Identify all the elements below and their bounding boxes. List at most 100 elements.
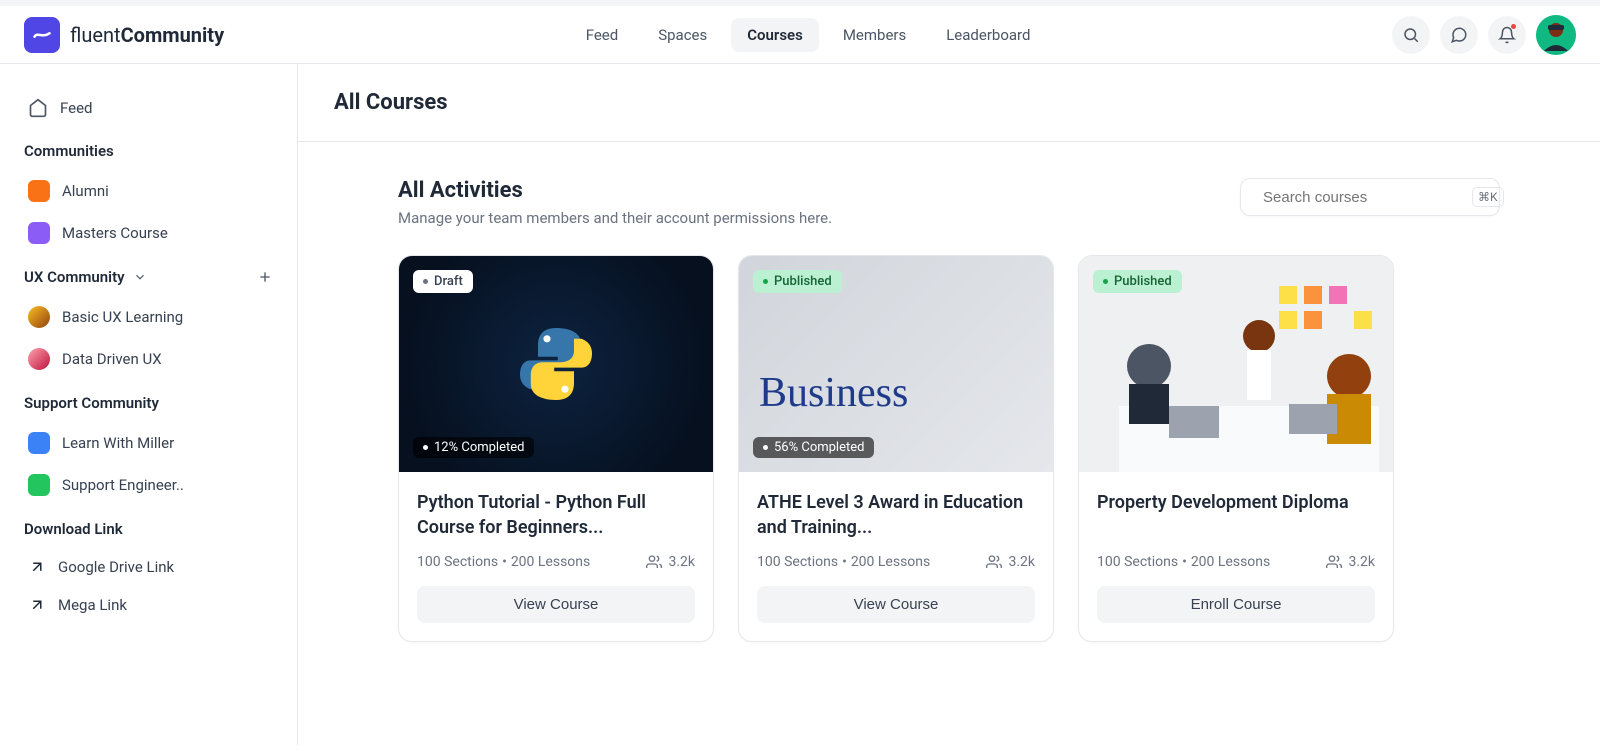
course-card[interactable]: Business Published 56% Completed ATHE Le… xyxy=(738,255,1054,642)
sidebar-item-label: Data Driven UX xyxy=(62,350,162,368)
brand-swoosh-icon xyxy=(32,25,52,45)
brand-logo-icon xyxy=(24,17,60,53)
brand-name: fluentCommunity xyxy=(70,23,224,47)
business-image-text: Business xyxy=(759,369,908,417)
avatar-image xyxy=(1536,15,1576,55)
sidebar-item-mega[interactable]: Mega Link xyxy=(16,586,281,624)
header: fluentCommunity Feed Spaces Courses Memb… xyxy=(0,0,1600,64)
progress-badge: 12% Completed xyxy=(413,437,534,458)
lessons-count: 200 Lessons xyxy=(851,554,930,570)
chevron-down-icon xyxy=(133,270,147,284)
sidebar-item-alumni[interactable]: Alumni xyxy=(16,170,281,212)
sidebar-item-label: Masters Course xyxy=(62,224,168,242)
messages-button[interactable] xyxy=(1440,16,1478,54)
avatar-icon xyxy=(28,306,50,328)
chat-icon xyxy=(1450,26,1468,44)
course-title: Property Development Diploma xyxy=(1097,490,1375,542)
enroll-course-button[interactable]: Enroll Course xyxy=(1097,586,1375,623)
sidebar-section-communities: Communities xyxy=(16,128,281,170)
search-button[interactable] xyxy=(1392,16,1430,54)
course-image: Business Published 56% Completed xyxy=(739,256,1053,472)
sidebar-item-label: Learn With Miller xyxy=(62,434,174,452)
members-count: 3.2k xyxy=(668,554,695,570)
status-label: Published xyxy=(1114,274,1172,289)
sidebar-section-support: Support Community xyxy=(16,380,281,422)
status-badge: Draft xyxy=(413,270,473,293)
notifications-button[interactable] xyxy=(1488,16,1526,54)
users-icon xyxy=(986,554,1002,570)
header-actions xyxy=(1392,15,1576,55)
sidebar-feed-label: Feed xyxy=(60,99,93,117)
nav-members[interactable]: Members xyxy=(827,18,922,52)
page-title-bar: All Courses xyxy=(298,64,1600,142)
avatar-icon xyxy=(28,348,50,370)
search-input[interactable] xyxy=(1263,189,1462,206)
course-meta: 100 Sections • 200 Lessons 3.2k xyxy=(757,554,1035,570)
brand-name-bold: Community xyxy=(121,23,225,47)
sidebar-item-label: Alumni xyxy=(62,182,109,200)
arrow-upright-icon xyxy=(28,596,46,614)
brand-logo[interactable]: fluentCommunity xyxy=(24,17,224,53)
progress-badge: 56% Completed xyxy=(753,437,874,458)
members-count: 3.2k xyxy=(1008,554,1035,570)
course-meta: 100 Sections • 200 Lessons 3.2k xyxy=(1097,554,1375,570)
chip-icon xyxy=(28,432,50,454)
plus-icon[interactable] xyxy=(257,269,273,285)
search-icon xyxy=(1402,26,1420,44)
sidebar-item-label: Google Drive Link xyxy=(58,558,174,576)
sidebar-item-data-ux[interactable]: Data Driven UX xyxy=(16,338,281,380)
course-meta: 100 Sections • 200 Lessons 3.2k xyxy=(417,554,695,570)
search-box[interactable]: ⌘K xyxy=(1240,178,1500,216)
user-avatar[interactable] xyxy=(1536,15,1576,55)
content: All Activities Manage your team members … xyxy=(298,142,1600,678)
sidebar-feed[interactable]: Feed xyxy=(16,88,281,128)
chip-icon xyxy=(28,222,50,244)
users-icon xyxy=(646,554,662,570)
notification-dot xyxy=(1511,24,1516,29)
course-image: Published xyxy=(1079,256,1393,472)
course-cards: Draft 12% Completed Python Tutorial - Py… xyxy=(398,255,1500,642)
main-nav: Feed Spaces Courses Members Leaderboard xyxy=(570,18,1047,52)
python-logo-icon xyxy=(511,319,601,409)
section-title: All Activities xyxy=(398,178,832,203)
sidebar-item-label: Basic UX Learning xyxy=(62,308,183,326)
course-card[interactable]: Published Property Development Diploma 1… xyxy=(1078,255,1394,642)
lessons-count: 200 Lessons xyxy=(1191,554,1270,570)
chip-icon xyxy=(28,474,50,496)
status-badge: Published xyxy=(1093,270,1182,293)
sidebar-item-miller[interactable]: Learn With Miller xyxy=(16,422,281,464)
sidebar-item-label: Support Engineer.. xyxy=(62,476,184,494)
home-icon xyxy=(28,98,48,118)
status-label: Draft xyxy=(434,274,463,289)
sidebar-item-support-eng[interactable]: Support Engineer.. xyxy=(16,464,281,506)
chip-icon xyxy=(28,180,50,202)
nav-spaces[interactable]: Spaces xyxy=(642,18,723,52)
brand-name-light: fluent xyxy=(70,23,121,47)
sidebar-item-gdrive[interactable]: Google Drive Link xyxy=(16,548,281,586)
nav-feed[interactable]: Feed xyxy=(570,18,635,52)
sections-count: 100 Sections xyxy=(1097,554,1178,570)
course-card[interactable]: Draft 12% Completed Python Tutorial - Py… xyxy=(398,255,714,642)
content-header: All Activities Manage your team members … xyxy=(398,178,1500,227)
arrow-upright-icon xyxy=(28,558,46,576)
course-image: Draft 12% Completed xyxy=(399,256,713,472)
status-badge: Published xyxy=(753,270,842,293)
main: All Courses All Activities Manage your t… xyxy=(298,64,1600,745)
view-course-button[interactable]: View Course xyxy=(757,586,1035,623)
sidebar-item-label: Mega Link xyxy=(58,596,127,614)
sidebar-section-download: Download Link xyxy=(16,506,281,548)
sections-count: 100 Sections xyxy=(757,554,838,570)
sections-count: 100 Sections xyxy=(417,554,498,570)
nav-courses[interactable]: Courses xyxy=(731,18,819,52)
nav-leaderboard[interactable]: Leaderboard xyxy=(930,18,1046,52)
keyboard-shortcut: ⌘K xyxy=(1472,187,1504,207)
view-course-button[interactable]: View Course xyxy=(417,586,695,623)
lessons-count: 200 Lessons xyxy=(511,554,590,570)
users-icon xyxy=(1326,554,1342,570)
sidebar-item-masters[interactable]: Masters Course xyxy=(16,212,281,254)
sidebar-section-label: UX Community xyxy=(24,268,125,286)
status-label: Published xyxy=(774,274,832,289)
course-title: Python Tutorial - Python Full Course for… xyxy=(417,490,695,542)
sidebar-section-ux[interactable]: UX Community xyxy=(16,254,281,296)
sidebar-item-basic-ux[interactable]: Basic UX Learning xyxy=(16,296,281,338)
